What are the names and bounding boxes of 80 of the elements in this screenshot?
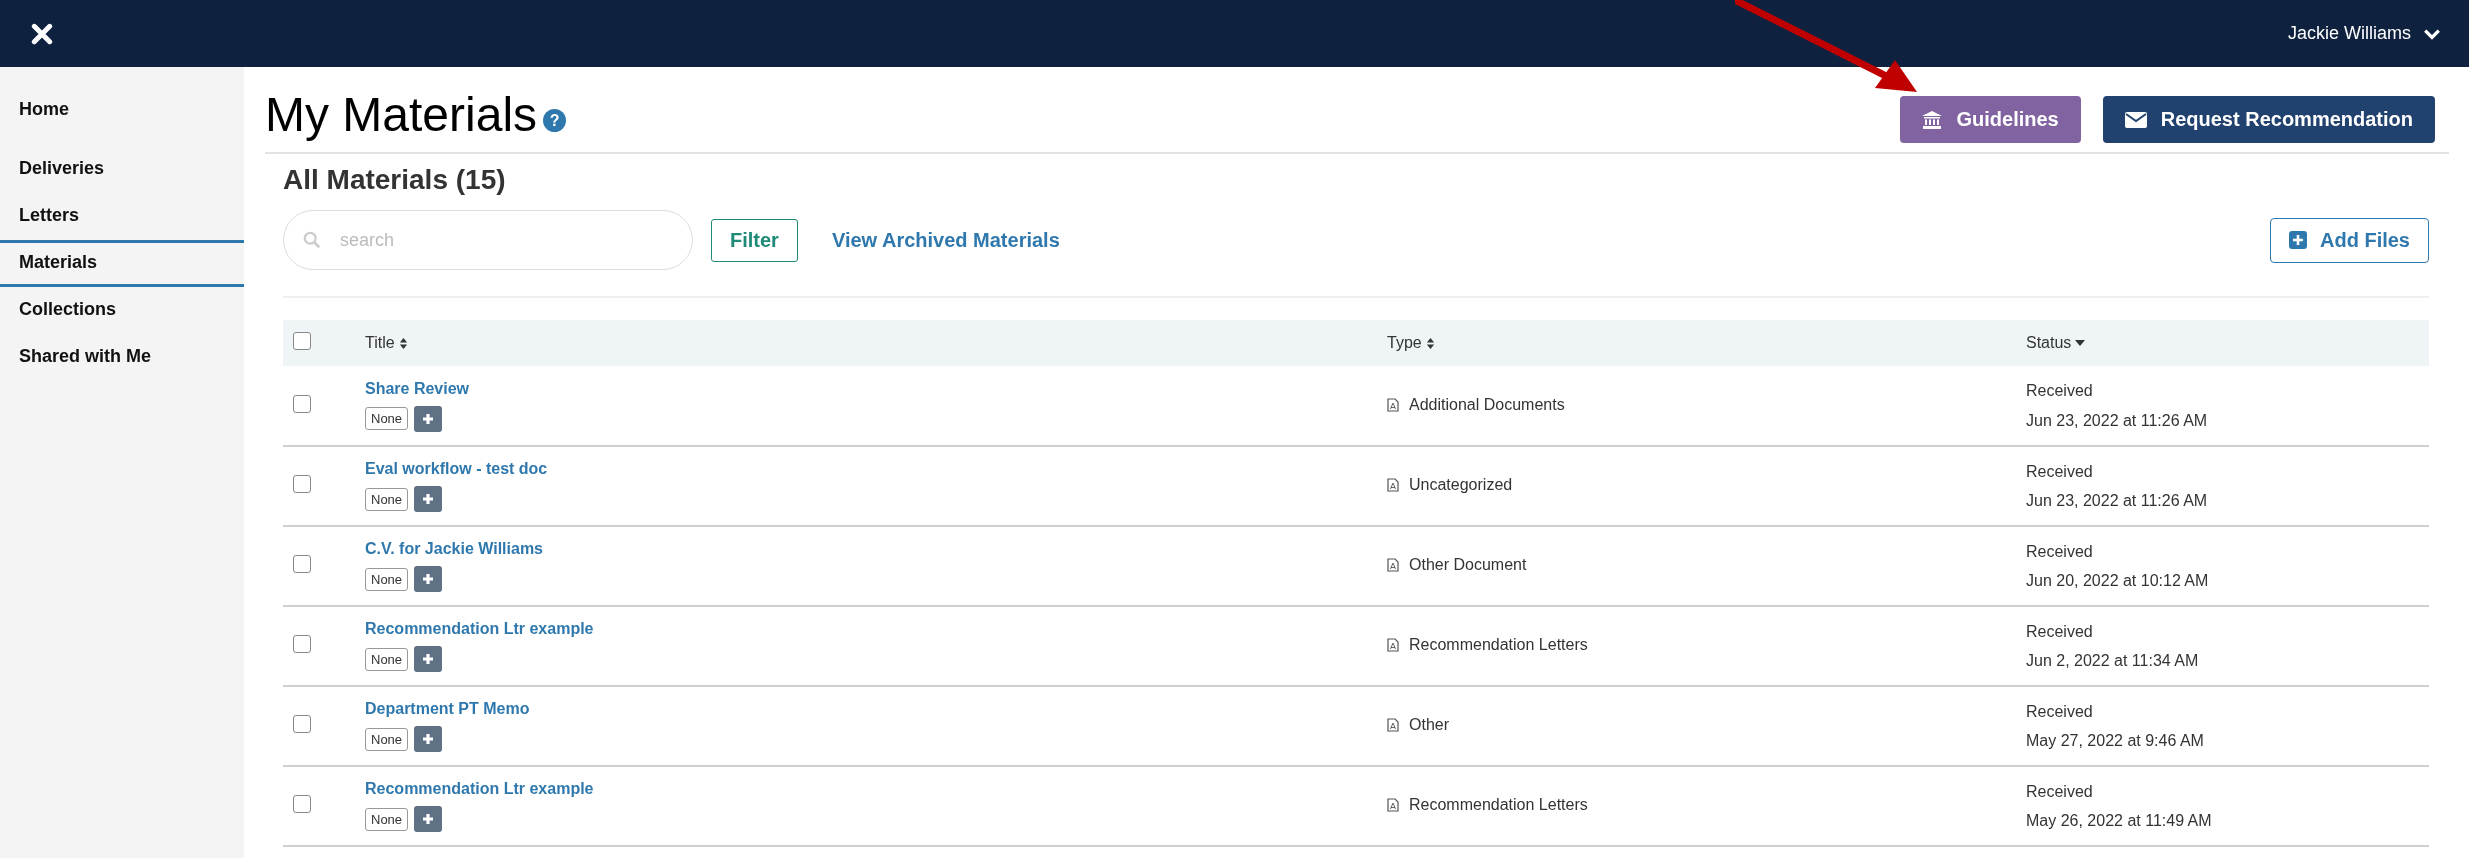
select-all-checkbox[interactable]: [293, 332, 311, 350]
bank-icon: [1922, 110, 1943, 129]
request-recommendation-button[interactable]: Request Recommendation: [2102, 96, 2435, 143]
row-checkbox[interactable]: [293, 555, 311, 573]
status-text: Received: [2026, 541, 2094, 561]
status-text: Received: [2026, 381, 2094, 401]
status-date: May 27, 2022 at 9:46 AM: [2026, 731, 2205, 751]
status-text: Received: [2026, 621, 2094, 641]
sidebar-item[interactable]: Deliveries: [0, 146, 244, 193]
column-header[interactable]: Title: [365, 334, 408, 352]
envelope-icon: [2124, 111, 2147, 128]
user-menu[interactable]: Jackie Williams: [2288, 23, 2441, 44]
row-checkbox[interactable]: [293, 635, 311, 653]
status-date: May 26, 2022 at 11:49 AM: [2026, 811, 2213, 831]
close-icon[interactable]: [31, 22, 53, 45]
pdf-file-icon: [1387, 718, 1399, 732]
status-text: Received: [2026, 461, 2094, 481]
column-header[interactable]: Type: [1387, 334, 1435, 352]
plus-square-icon: [2289, 231, 2307, 249]
material-title-link[interactable]: Recommendation Ltr example: [365, 780, 594, 797]
type-text: Other Document: [1409, 556, 1527, 574]
row-checkbox[interactable]: [293, 715, 311, 733]
sidebar-item[interactable]: Letters: [0, 193, 244, 240]
material-title-link[interactable]: Eval workflow - test doc: [365, 460, 548, 477]
chevron-down-icon: [2423, 27, 2441, 40]
status-date: Jun 23, 2022 at 11:26 AM: [2026, 491, 2209, 511]
status-date: Jun 20, 2022 at 10:12 AM: [2026, 571, 2210, 591]
tag-label: None: [365, 647, 409, 671]
plus-icon: [422, 412, 435, 425]
plus-icon: [422, 813, 435, 825]
row-checkbox[interactable]: [293, 475, 311, 493]
row-checkbox[interactable]: [293, 394, 311, 413]
tag-label: None: [365, 807, 409, 831]
type-text: Uncategorized: [1409, 476, 1513, 494]
pdf-file-icon: [1387, 478, 1399, 492]
add-tag-button[interactable]: [414, 566, 443, 592]
sidebar-item[interactable]: Home: [0, 87, 244, 134]
guidelines-button[interactable]: Guidelines: [1900, 96, 2081, 143]
add-tag-button[interactable]: [414, 405, 443, 432]
filter-button[interactable]: Filter: [711, 218, 798, 262]
plus-icon: [422, 573, 435, 585]
add-tag-button[interactable]: [414, 806, 443, 832]
plus-icon: [422, 653, 435, 665]
add-tag-button[interactable]: [414, 486, 443, 512]
search-icon: [303, 231, 321, 249]
add-tag-button[interactable]: [414, 646, 443, 672]
row-checkbox[interactable]: [293, 795, 311, 813]
pdf-file-icon: [1387, 638, 1399, 652]
material-title-link[interactable]: Share Review: [365, 379, 470, 397]
type-text: Recommendation Letters: [1409, 636, 1588, 654]
tag-label: None: [365, 407, 409, 430]
help-icon[interactable]: ?: [543, 109, 567, 132]
material-title-link[interactable]: Department PT Memo: [365, 700, 530, 717]
sidebar-item[interactable]: Shared with Me: [0, 334, 244, 381]
tag-label: None: [365, 727, 409, 751]
material-title-link[interactable]: C.V. for Jackie Williams: [365, 540, 543, 557]
tag-label: None: [365, 567, 409, 591]
material-title-link[interactable]: Recommendation Ltr example: [365, 620, 594, 637]
pdf-file-icon: [1387, 397, 1399, 412]
sidebar-item[interactable]: Collections: [0, 287, 244, 334]
add-tag-button[interactable]: [414, 726, 443, 752]
sidebar-item[interactable]: Materials: [0, 240, 244, 287]
plus-icon: [422, 733, 435, 745]
page-title: My Materials: [265, 87, 538, 142]
tag-label: None: [365, 487, 409, 511]
status-date: Jun 23, 2022 at 11:26 AM: [2026, 410, 2209, 430]
section-title: All Materials (15): [283, 164, 507, 196]
plus-icon: [422, 493, 435, 505]
type-text: Recommendation Letters: [1409, 796, 1588, 814]
type-text: Additional Documents: [1409, 395, 1565, 414]
view-archived-link[interactable]: View Archived Materials: [831, 228, 1060, 252]
status-text: Received: [2026, 781, 2094, 801]
search-field[interactable]: search: [283, 210, 693, 270]
status-date: Jun 2, 2022 at 11:34 AM: [2026, 651, 2200, 671]
status-text: Received: [2026, 701, 2094, 721]
pdf-file-icon: [1387, 558, 1399, 572]
column-header[interactable]: Status: [2026, 334, 2086, 352]
pdf-file-icon: [1387, 798, 1399, 812]
add-files-button[interactable]: Add Files: [2270, 217, 2429, 263]
type-text: Other: [1409, 716, 1449, 734]
